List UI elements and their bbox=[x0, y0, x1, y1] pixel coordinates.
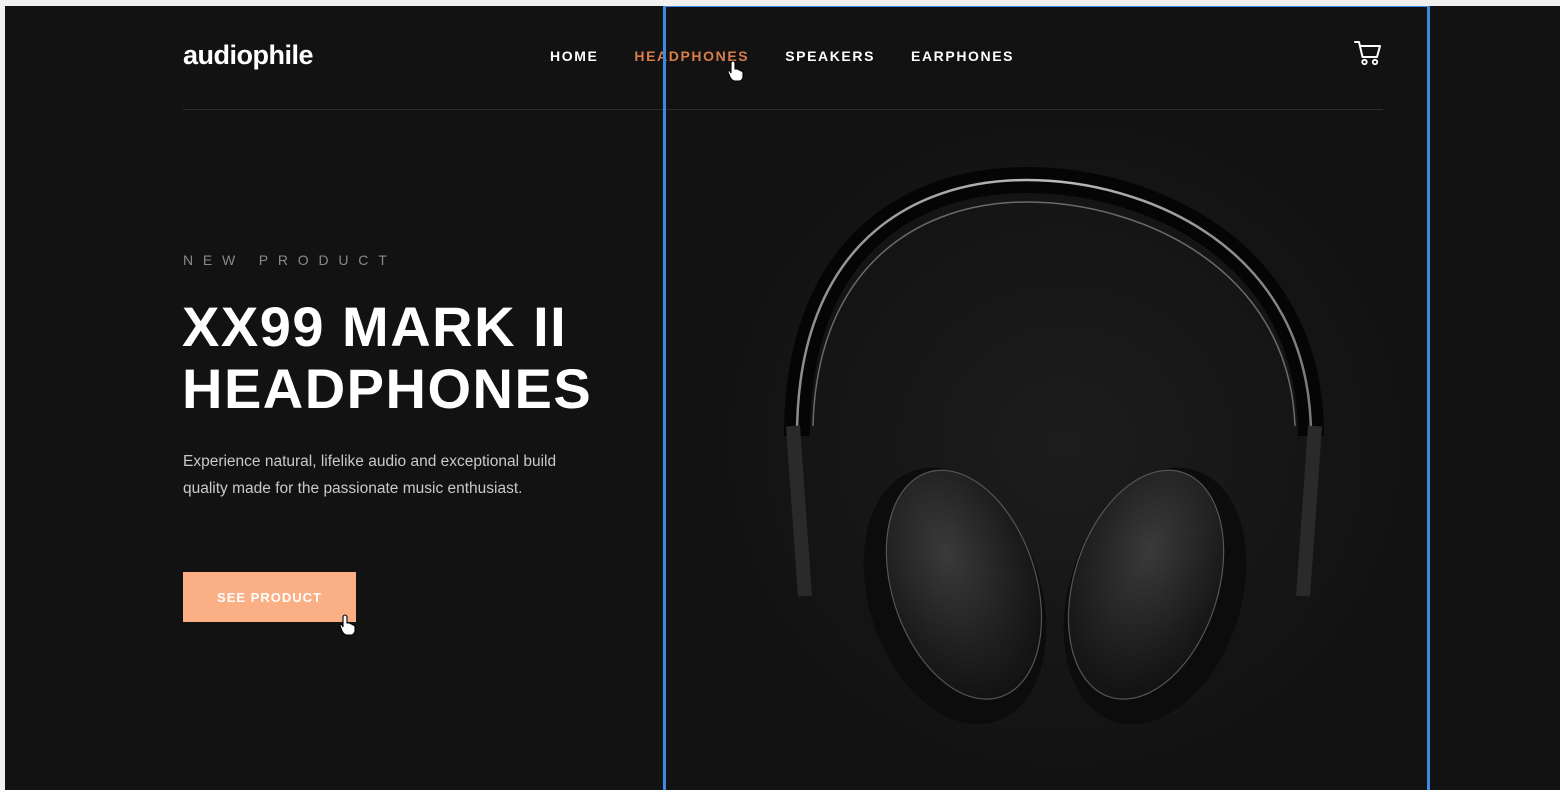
main-nav: HOME HEADPHONES SPEAKERS EARPHONES bbox=[550, 48, 1050, 64]
hero-title: XX99 MARK II HEADPHONES bbox=[182, 296, 592, 420]
hero-title-line1: XX99 MARK II bbox=[182, 295, 568, 358]
hero-title-line2: HEADPHONES bbox=[182, 357, 593, 420]
header-divider bbox=[183, 109, 1383, 110]
nav-headphones[interactable]: HEADPHONES bbox=[634, 48, 749, 64]
logo[interactable]: audiophile bbox=[183, 40, 314, 71]
see-product-button[interactable]: SEE PRODUCT bbox=[183, 572, 356, 622]
nav-earphones[interactable]: EARPHONES bbox=[911, 48, 1014, 64]
nav-home[interactable]: HOME bbox=[550, 48, 598, 64]
hero-headphones-image bbox=[705, 126, 1425, 790]
hero-overline: NEW PRODUCT bbox=[183, 252, 397, 268]
hero-description: Experience natural, lifelike audio and e… bbox=[183, 453, 557, 497]
cart-icon[interactable] bbox=[1353, 39, 1383, 67]
page: audiophile HOME HEADPHONES SPEAKERS EARP… bbox=[5, 6, 1560, 790]
nav-speakers[interactable]: SPEAKERS bbox=[785, 48, 875, 64]
